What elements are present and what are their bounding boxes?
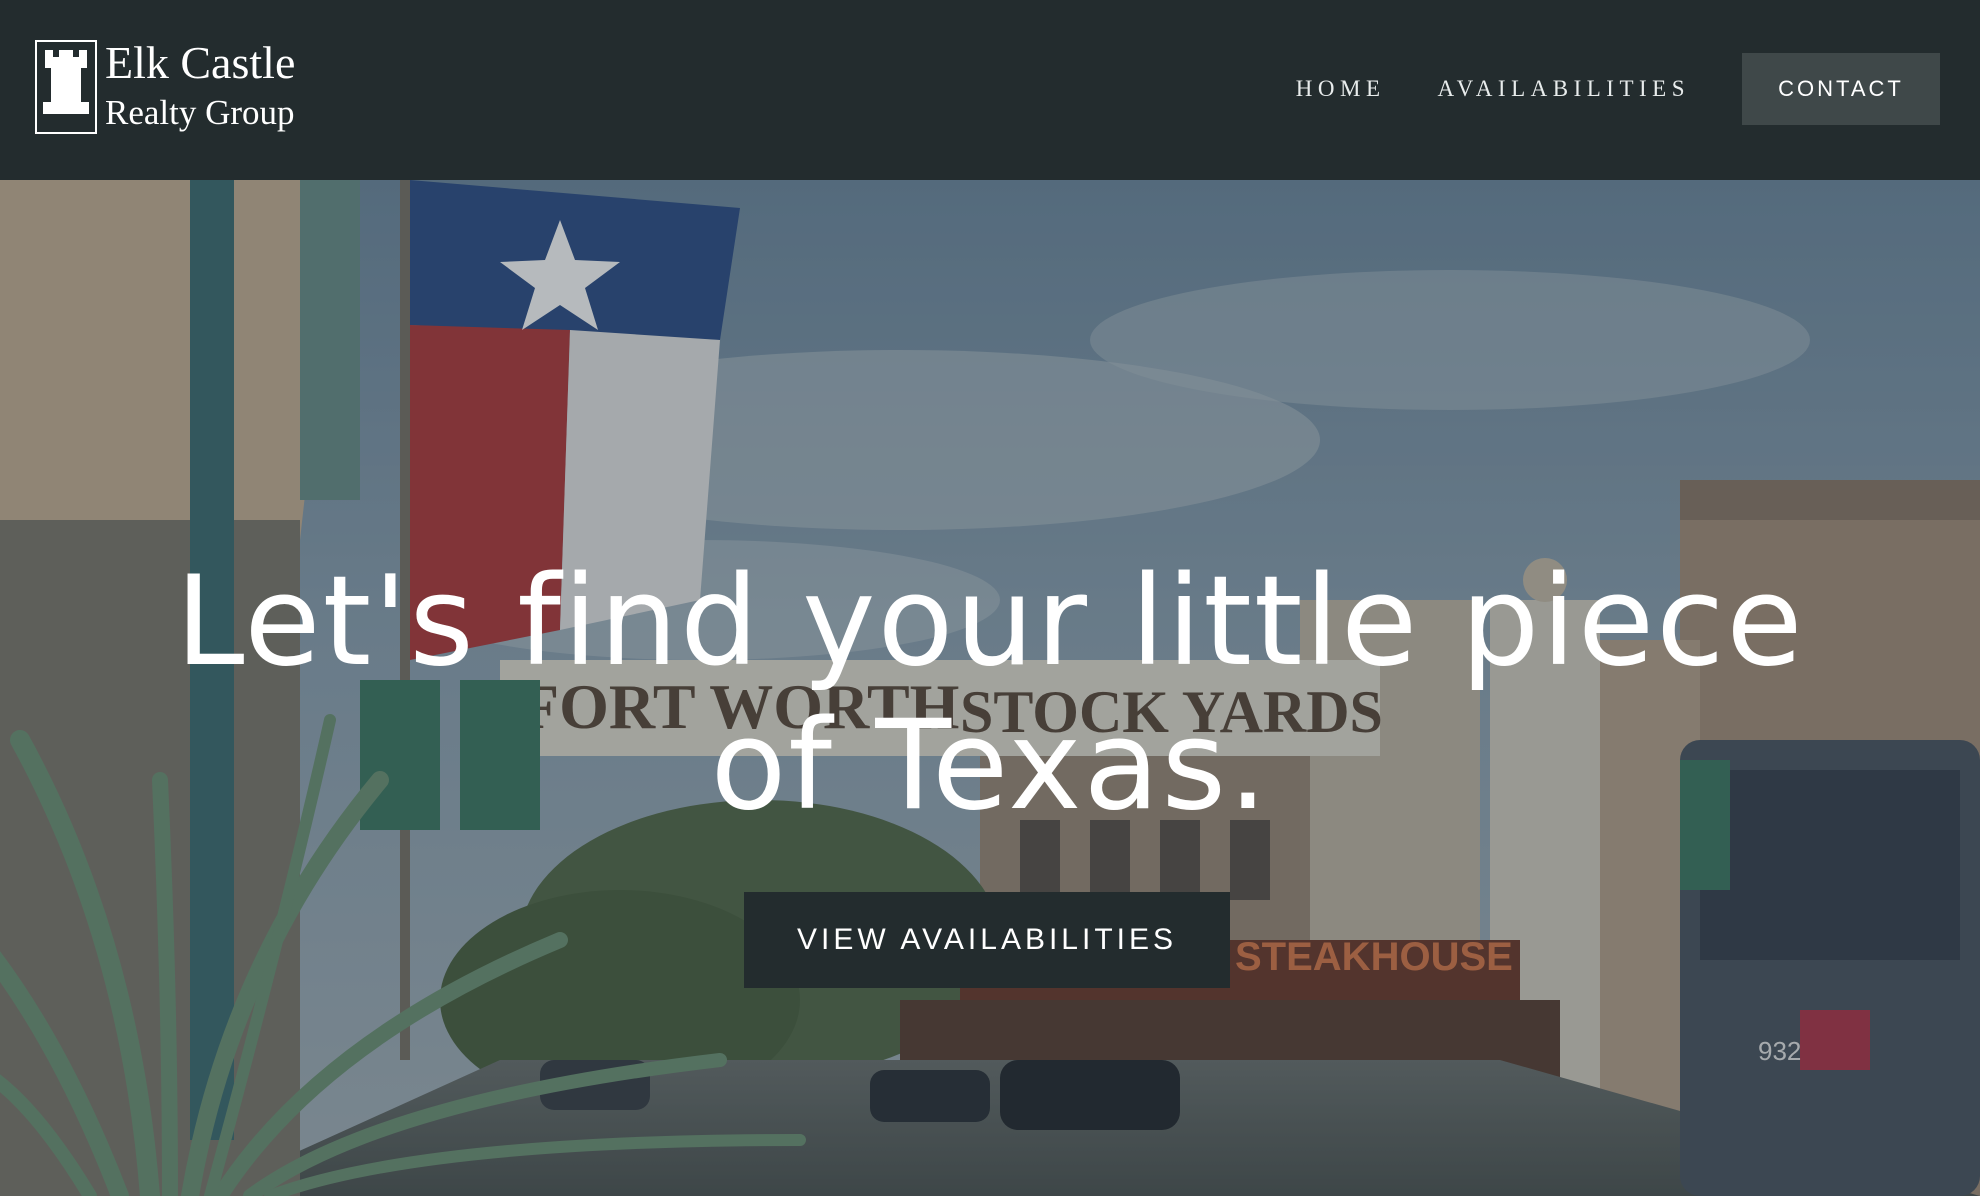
- logo-name-line1: Elk Castle: [105, 37, 296, 88]
- site-header: Elk Castle Realty Group HOME AVAILABILIT…: [0, 0, 1980, 180]
- nav-availabilities[interactable]: AVAILABILITIES: [1438, 76, 1690, 102]
- hero-heading: Let's find your little piece of Texas.: [175, 550, 1805, 838]
- hero-section: FORT WORTH STOCK YARDS STEAKHOUSE 932 Le…: [0, 180, 1980, 1196]
- view-availabilities-button[interactable]: VIEW AVAILABILITIES: [744, 892, 1230, 988]
- main-nav: HOME AVAILABILITIES CONTACT: [1296, 53, 1940, 125]
- hero-content: Let's find your little piece of Texas. V…: [0, 180, 1980, 1196]
- page: Elk Castle Realty Group HOME AVAILABILIT…: [0, 0, 1980, 1196]
- castle-rook-icon: [35, 40, 97, 134]
- contact-button[interactable]: CONTACT: [1742, 53, 1940, 125]
- logo-name-line2: Realty Group: [105, 93, 295, 132]
- nav-home[interactable]: HOME: [1296, 76, 1386, 102]
- site-logo[interactable]: Elk Castle Realty Group: [35, 37, 325, 138]
